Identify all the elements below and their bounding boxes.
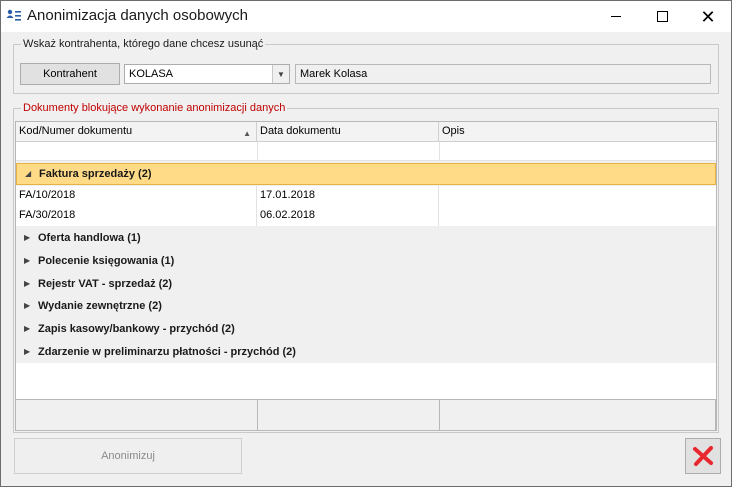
group-row[interactable]: ▶ Rejestr VAT - sprzedaż (2) [16,274,716,296]
group-row[interactable]: ▶ Zapis kasowy/bankowy - przychód (2) [16,319,716,341]
cell-date: 17.01.2018 [257,186,439,206]
contractor-combo-value: KOLASA [129,68,174,80]
table-row[interactable]: FA/30/2018 06.02.2018 [16,206,716,226]
maximize-icon [656,11,668,22]
close-button[interactable]: ✕ [685,1,731,32]
contractor-group-legend: Wskaż kontrahenta, którego dane chcesz u… [23,38,264,50]
group-label: Zdarzenie w preliminarzu płatności - prz… [38,346,296,358]
cancel-button[interactable] [685,438,721,474]
cell-date: 06.02.2018 [257,206,439,226]
footer-cell-date [257,400,440,430]
cell-number: FA/30/2018 [16,206,257,226]
contractor-name-value: Marek Kolasa [300,68,368,80]
contractor-combo[interactable]: KOLASA ▼ [124,64,290,84]
group-row[interactable]: ▶ Polecenie księgowania (1) [16,251,716,273]
collapsed-arrow-icon[interactable]: ▶ [24,233,30,242]
dialog-window: Anonimizacja danych osobowych ✕ Wskaż ko… [0,0,732,487]
table-row[interactable]: FA/10/2018 17.01.2018 [16,186,716,206]
collapsed-arrow-icon[interactable]: ▶ [24,256,30,265]
group-row[interactable]: ▶ Zdarzenie w preliminarzu płatności - p… [16,342,716,364]
group-label: Wydanie zewnętrzne (2) [38,300,162,312]
maximize-button[interactable] [639,1,685,32]
window-title: Anonimizacja danych osobowych [27,7,248,24]
footer-cell-number [16,400,258,430]
chevron-down-icon[interactable]: ▼ [272,65,289,83]
collapsed-arrow-icon[interactable]: ▶ [24,324,30,333]
expanded-arrow-icon[interactable]: ◢ [25,169,31,178]
column-header-date[interactable]: Data dokumentu [257,122,439,141]
grid-header: Kod/Numer dokumentu ▲ Data dokumentu Opi… [16,122,716,142]
group-row[interactable]: ◢ Faktura sprzedaży (2) [16,163,716,185]
column-header-number[interactable]: Kod/Numer dokumentu ▲ [16,122,257,141]
column-header-description[interactable]: Opis [439,122,716,141]
column-header-number-label: Kod/Numer dokumentu [19,125,133,137]
group-label: Zapis kasowy/bankowy - przychód (2) [38,323,235,335]
group-label: Oferta handlowa (1) [38,232,141,244]
close-icon: ✕ [700,6,716,27]
footer-cell-description [439,400,716,430]
group-label: Polecenie księgowania (1) [38,255,175,267]
collapsed-arrow-icon[interactable]: ▶ [24,301,30,310]
filter-cell-number[interactable] [16,142,258,160]
minimize-button[interactable] [593,1,639,32]
documents-grid[interactable]: Kod/Numer dokumentu ▲ Data dokumentu Opi… [15,121,717,431]
filter-cell-date[interactable] [257,142,440,160]
grid-filter-row[interactable] [16,142,716,161]
app-icon [6,9,21,21]
minimize-icon [611,16,621,17]
group-row[interactable]: ▶ Wydanie zewnętrzne (2) [16,296,716,318]
group-rows-area: ◢ Faktura sprzedaży (2) FA/10/2018 17.01… [16,161,716,363]
cell-description [439,186,716,206]
red-x-icon [693,446,713,466]
cell-description [439,206,716,226]
collapsed-arrow-icon[interactable]: ▶ [24,347,30,356]
cell-number: FA/10/2018 [16,186,257,206]
group-row[interactable]: ▶ Oferta handlowa (1) [16,228,716,250]
contractor-button[interactable]: Kontrahent [20,63,120,85]
contractor-name-field: Marek Kolasa [295,64,711,84]
sort-ascending-icon: ▲ [243,129,251,138]
group-label: Rejestr VAT - sprzedaż (2) [38,278,173,290]
group-label: Faktura sprzedaży (2) [39,168,152,180]
grid-footer [16,399,716,430]
collapsed-arrow-icon[interactable]: ▶ [24,279,30,288]
title-bar[interactable]: Anonimizacja danych osobowych ✕ [1,1,731,32]
documents-group-legend: Dokumenty blokujące wykonanie anonimizac… [23,102,286,114]
anonymize-button[interactable]: Anonimizuj [14,438,242,474]
filter-cell-description[interactable] [439,142,716,160]
